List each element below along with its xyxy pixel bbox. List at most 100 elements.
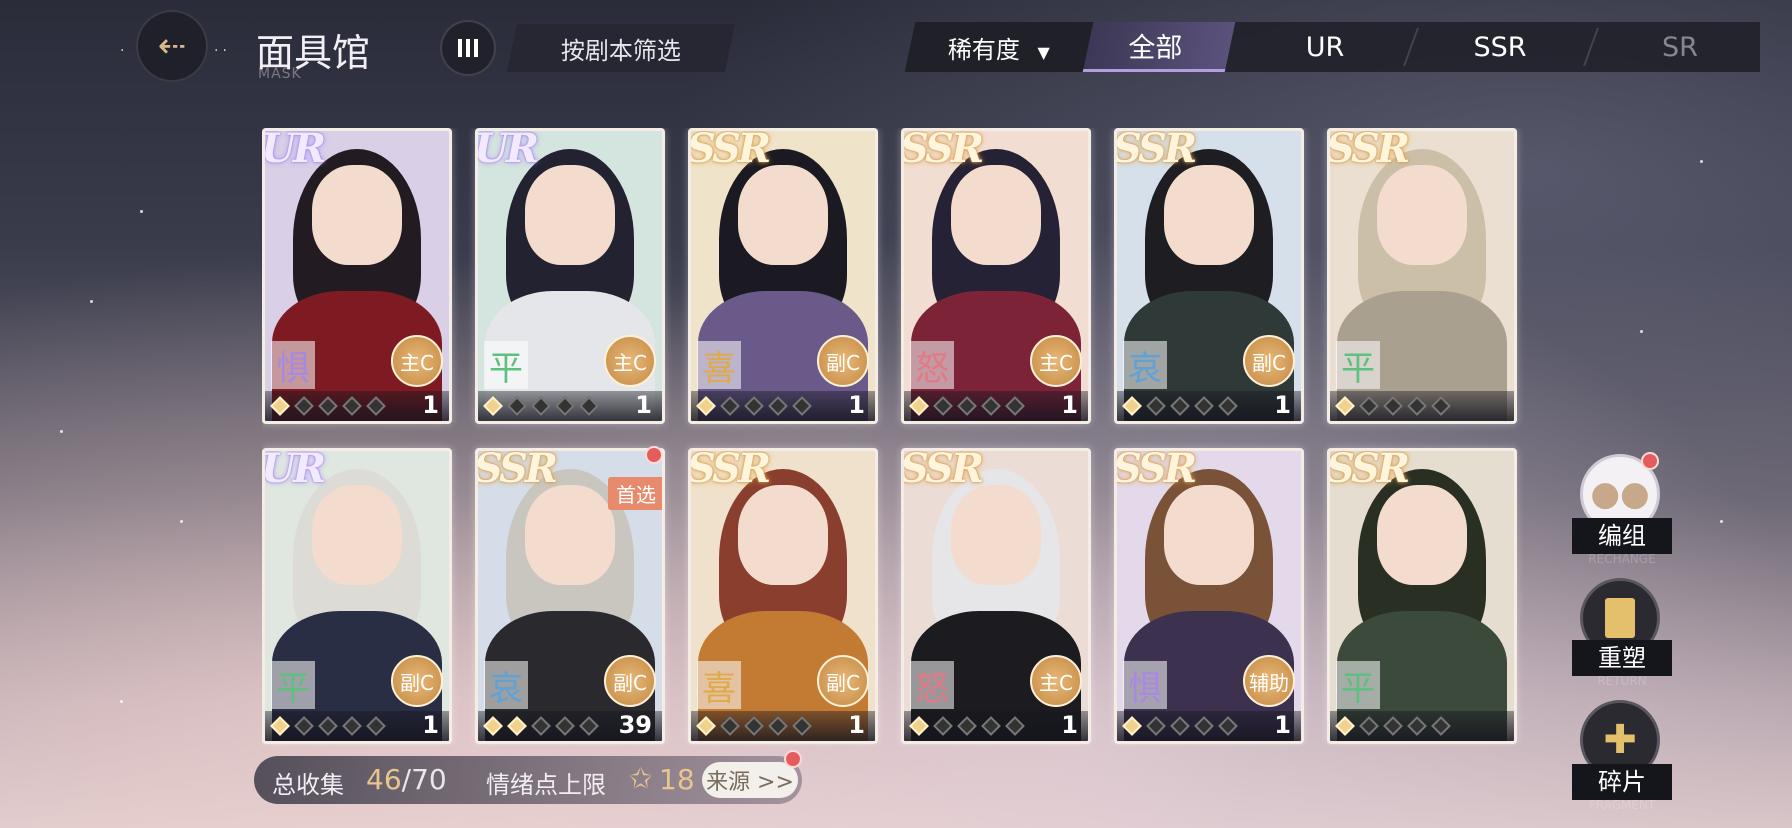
page-subtitle: MASK bbox=[258, 66, 302, 82]
group-label: 编组 bbox=[1572, 518, 1672, 554]
star-diamond-icon bbox=[1218, 716, 1238, 736]
back-button[interactable]: ⇠ bbox=[136, 10, 208, 82]
emotion-badge: 怒 bbox=[910, 341, 954, 389]
card-count: 1 bbox=[1274, 711, 1291, 739]
star-diamond-icon bbox=[1431, 716, 1451, 736]
emotion-badge: 哀 bbox=[1123, 341, 1167, 389]
rarity-badge: SSR bbox=[901, 448, 984, 492]
star-level-row bbox=[1330, 711, 1514, 741]
star-diamond-icon bbox=[909, 396, 929, 416]
mask-card-icon bbox=[1605, 598, 1635, 638]
rarity-filter-bar: 全部 UR SSR SR 稀有度 ▼ bbox=[904, 22, 1760, 72]
rarity-dropdown-label: 稀有度 bbox=[948, 35, 1021, 64]
fragment-label: 碎片 bbox=[1572, 764, 1672, 800]
star-icon: ✩ bbox=[629, 762, 653, 795]
tab-ssr[interactable]: SSR bbox=[1420, 22, 1580, 72]
star-diamond-icon bbox=[318, 716, 338, 736]
star-diamond-icon bbox=[342, 716, 362, 736]
star-diamond-icon bbox=[909, 716, 929, 736]
notification-dot bbox=[645, 446, 663, 464]
star-diamond-icon bbox=[720, 396, 740, 416]
mask-card[interactable]: SSR 哀 副C 1 bbox=[1114, 128, 1304, 424]
star-diamond-icon bbox=[957, 396, 977, 416]
star-diamond-icon bbox=[1005, 396, 1025, 416]
emotion-badge: 惧 bbox=[1123, 661, 1167, 709]
mask-card[interactable]: SSR 喜 副C 1 bbox=[688, 128, 878, 424]
mask-card[interactable]: SSR 惧 辅助 1 bbox=[1114, 448, 1304, 744]
star-diamond-icon bbox=[1359, 396, 1379, 416]
star-diamond-icon bbox=[1383, 396, 1403, 416]
script-filter-button[interactable]: 按剧本筛选 bbox=[506, 24, 736, 72]
emotion-badge: 哀 bbox=[484, 661, 528, 709]
emotion-badge: 怒 bbox=[910, 661, 954, 709]
star-diamond-icon bbox=[696, 716, 716, 736]
card-count: 1 bbox=[635, 391, 652, 419]
mask-card[interactable]: SSR 平 bbox=[1327, 448, 1517, 744]
star-diamond-icon bbox=[531, 396, 551, 416]
star-level-row: 1 bbox=[904, 391, 1088, 421]
rarity-badge: SSR bbox=[1327, 128, 1410, 172]
emotion-badge: 喜 bbox=[697, 341, 741, 389]
star-diamond-icon bbox=[792, 396, 812, 416]
notification-dot bbox=[1641, 452, 1659, 470]
star-diamond-icon bbox=[270, 716, 290, 736]
star-diamond-icon bbox=[1194, 396, 1214, 416]
caret-down-icon: ▼ bbox=[1037, 42, 1050, 62]
star-diamond-icon bbox=[507, 716, 527, 736]
bars-icon bbox=[458, 39, 462, 57]
star-diamond-icon bbox=[1005, 716, 1025, 736]
tab-ur[interactable]: UR bbox=[1250, 22, 1400, 72]
group-people-icon: ●● bbox=[1590, 474, 1650, 514]
star-diamond-icon bbox=[531, 716, 551, 736]
emotion-badge: 平 bbox=[271, 661, 315, 709]
star-diamond-icon bbox=[1335, 396, 1355, 416]
source-button[interactable]: 来源 >> bbox=[702, 762, 798, 798]
rarity-badge: UR bbox=[262, 448, 326, 492]
star-diamond-icon bbox=[1383, 716, 1403, 736]
rarity-badge: SSR bbox=[688, 128, 771, 172]
mask-card[interactable]: SSR 怒 主C 1 bbox=[901, 128, 1091, 424]
star-diamond-icon bbox=[507, 396, 527, 416]
star-diamond-icon bbox=[579, 716, 599, 736]
star-diamond-icon bbox=[957, 716, 977, 736]
role-badge: 副C bbox=[817, 335, 869, 387]
mask-card[interactable]: SSR 平 bbox=[1327, 128, 1517, 424]
star-level-row: 1 bbox=[1117, 391, 1301, 421]
mask-card[interactable]: SSR 喜 副C 1 bbox=[688, 448, 878, 744]
rarity-dropdown[interactable]: 稀有度 ▼ bbox=[904, 22, 1094, 72]
star-diamond-icon bbox=[744, 396, 764, 416]
star-diamond-icon bbox=[1122, 396, 1142, 416]
role-badge: 主C bbox=[604, 335, 656, 387]
view-toggle-button[interactable] bbox=[440, 20, 496, 76]
star-diamond-icon bbox=[483, 396, 503, 416]
mask-card[interactable]: UR 平 主C 1 bbox=[475, 128, 665, 424]
star-diamond-icon bbox=[294, 716, 314, 736]
star-diamond-icon bbox=[792, 716, 812, 736]
first-choice-badge: 首选 bbox=[608, 477, 662, 510]
mask-card[interactable]: SSR 怒 主C 1 bbox=[901, 448, 1091, 744]
star-level-row: 1 bbox=[478, 391, 662, 421]
tab-sr[interactable]: SR bbox=[1600, 22, 1760, 72]
mask-card[interactable]: UR 平 副C 1 bbox=[262, 448, 452, 744]
rarity-badge: SSR bbox=[688, 448, 771, 492]
arrow-left-icon: ⇠ bbox=[157, 26, 187, 66]
rarity-badge: SSR bbox=[1114, 448, 1197, 492]
mask-card-grid: UR 惧主C 1 UR 平主C 1 SSR 喜副C 1 SSR 怒主C 1 SSR 哀副C 1 SSR 平 UR 平… bbox=[262, 128, 1537, 746]
role-badge: 主C bbox=[1030, 335, 1082, 387]
tab-divider bbox=[1403, 28, 1419, 66]
mask-card[interactable]: SSR 哀 副C 39 首选 bbox=[475, 448, 665, 744]
tab-all[interactable]: 全部 bbox=[1074, 22, 1236, 72]
emotion-badge: 喜 bbox=[697, 661, 741, 709]
rarity-tabs: 全部 UR SSR SR bbox=[1074, 22, 1760, 72]
card-count: 1 bbox=[1061, 711, 1078, 739]
star-level-row: 39 bbox=[478, 711, 662, 741]
star-diamond-icon bbox=[1431, 396, 1451, 416]
star-diamond-icon bbox=[768, 716, 788, 736]
star-diamond-icon bbox=[1218, 396, 1238, 416]
rarity-badge: SSR bbox=[475, 448, 558, 492]
mask-card[interactable]: UR 惧 主C 1 bbox=[262, 128, 452, 424]
star-level-row: 1 bbox=[265, 391, 449, 421]
star-diamond-icon bbox=[1122, 716, 1142, 736]
script-filter-label: 按剧本筛选 bbox=[561, 36, 681, 65]
rarity-badge: SSR bbox=[1114, 128, 1197, 172]
